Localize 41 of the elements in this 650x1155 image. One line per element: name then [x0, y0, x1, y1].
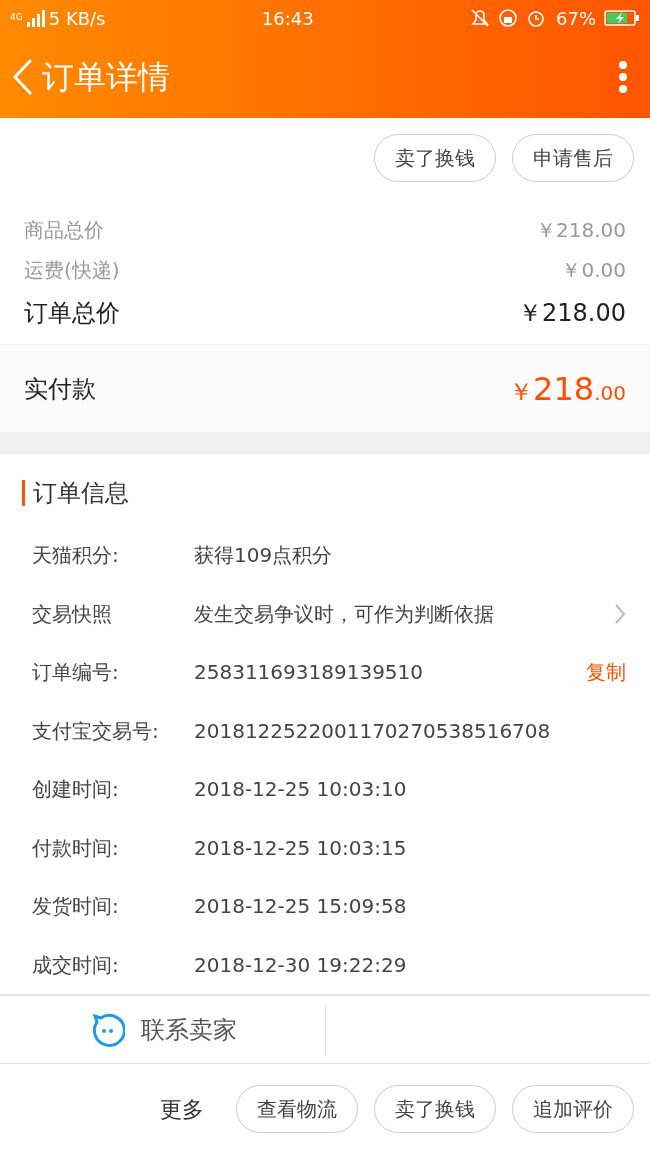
speed-label: 5 KB/s [48, 6, 106, 31]
battery-percent: 67% [556, 6, 596, 31]
field-value: 2018-12-25 10:03:15 [194, 834, 408, 862]
field-value: 2018-12-30 19:22:29 [194, 951, 408, 979]
paid-label: 实付款 [24, 373, 96, 405]
signal-icon [26, 9, 45, 27]
action-button[interactable]: 卖了换钱 [374, 134, 496, 182]
field-label: 付款时间: [32, 834, 120, 862]
action-button[interactable]: 查看物流 [236, 1085, 358, 1133]
contact-seller-link[interactable]: 联系卖家 [140, 1011, 237, 1048]
field-value: 2018-12-25 15:09:58 [194, 893, 408, 921]
field-label: 天猫积分: [32, 542, 120, 570]
field-value: 获得109点积分 [194, 542, 334, 570]
paid-amount: ￥218.00 [509, 368, 626, 410]
network-label: 4G [10, 11, 23, 25]
field-value: 258311693189139510 [194, 659, 425, 687]
clock-time: 16:43 [261, 7, 314, 29]
section-title: 订单信息 [33, 479, 129, 507]
price-label: 商品总价 [24, 217, 104, 244]
price-label: 运费(快递) [24, 257, 120, 284]
price-value: ￥0.00 [561, 257, 626, 284]
more-label[interactable]: 更多 [160, 1092, 204, 1126]
page-title: 订单详情 [42, 57, 171, 98]
field-label: 创建时间: [32, 776, 120, 804]
field-label: 交易快照 [32, 600, 113, 628]
chevron-icon[interactable] [614, 602, 626, 625]
field-label: 订单编号: [32, 659, 120, 687]
field-label: 支付宝交易号: [32, 717, 160, 745]
price-value: ￥218.00 [536, 217, 626, 244]
price-label: 订单总价 [24, 298, 120, 329]
action-button[interactable]: 申请售后 [512, 134, 634, 182]
action-button[interactable]: 追加评价 [512, 1085, 634, 1133]
field-label: 发货时间: [32, 893, 120, 921]
field-value: 2018122522001170270538516708 [194, 717, 552, 745]
back-icon[interactable] [12, 58, 34, 96]
price-value: ￥218.00 [518, 298, 626, 329]
field-label: 成交时间: [32, 951, 120, 979]
action-button[interactable]: 卖了换钱 [374, 1085, 496, 1133]
field-value: 发生交易争议时，可作为判断依据 [194, 600, 495, 628]
field-value: 2018-12-25 10:03:10 [194, 776, 408, 804]
more-icon[interactable] [618, 60, 628, 94]
